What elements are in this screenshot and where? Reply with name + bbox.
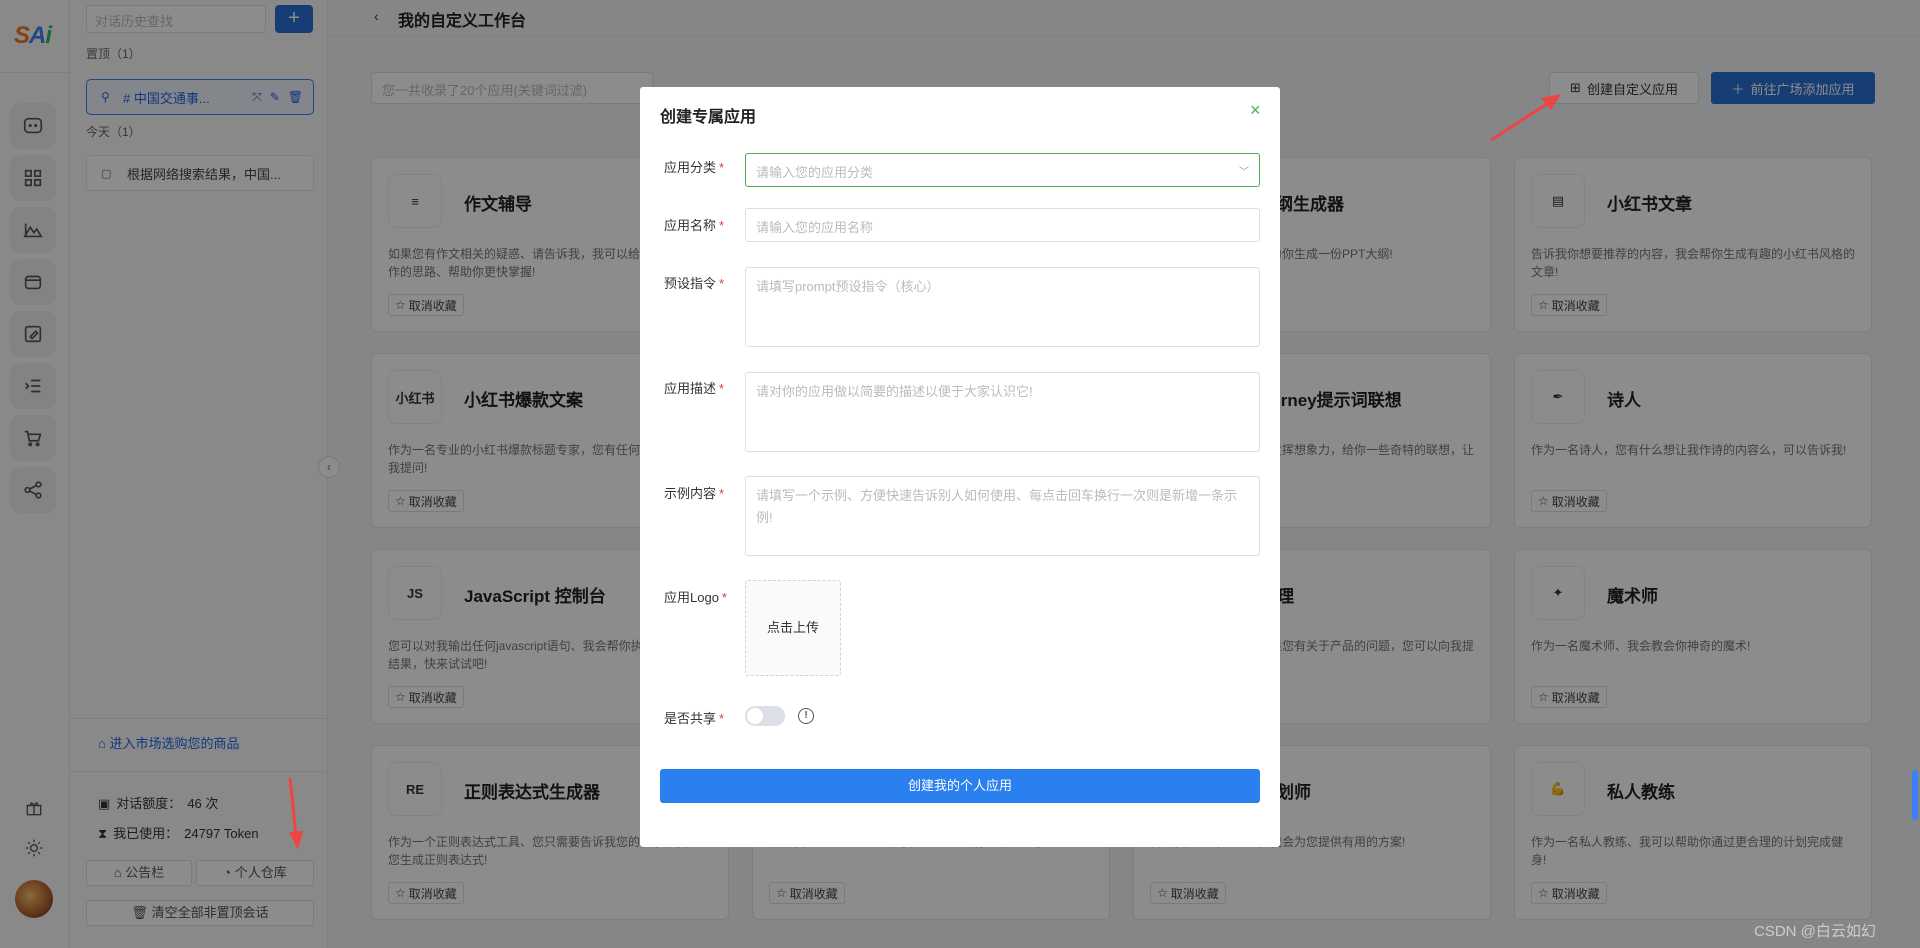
prompt-label: 预设指令 * <box>664 276 725 291</box>
prompt-textarea[interactable]: 请填写prompt预设指令（核心） <box>745 267 1260 347</box>
info-icon[interactable]: ! <box>798 708 814 724</box>
close-icon[interactable]: × <box>1250 100 1261 121</box>
annotation-arrow <box>1490 94 1561 142</box>
chevron-down-icon: ﹀ <box>1239 167 1249 178</box>
logo-label: 应用Logo * <box>664 590 727 605</box>
share-toggle[interactable] <box>745 706 785 726</box>
example-textarea[interactable]: 请填写一个示例、方便快速告诉别人如何使用、每点击回车换行一次则是新增一条示例! <box>745 476 1260 556</box>
share-label: 是否共享 * <box>664 711 725 726</box>
create-app-modal: 创建专属应用 × 应用分类 * 请输入您的应用分类 ﹀ 应用名称 * 请输入您的应用… <box>640 87 1280 847</box>
create-app-submit-button[interactable]: 创建我的个人应用 <box>660 769 1260 803</box>
toggle-knob <box>747 708 763 724</box>
annotation-arrow <box>288 777 303 850</box>
category-select[interactable]: 请输入您的应用分类 ﹀ <box>745 153 1260 187</box>
modal-title: 创建专属应用 <box>660 109 757 126</box>
description-label: 应用描述 * <box>664 381 725 396</box>
name-label: 应用名称 * <box>664 218 725 233</box>
example-label: 示例内容 * <box>664 486 725 501</box>
logo-upload[interactable]: 点击上传 <box>745 580 841 676</box>
category-label: 应用分类 * <box>664 160 725 175</box>
app-name-input[interactable]: 请输入您的应用名称 <box>745 208 1260 242</box>
description-textarea[interactable]: 请对你的应用做以简要的描述以便于大家认识它! <box>745 372 1260 452</box>
watermark: CSDN @白云如幻 <box>1754 923 1876 940</box>
scrollbar[interactable] <box>1912 770 1918 820</box>
